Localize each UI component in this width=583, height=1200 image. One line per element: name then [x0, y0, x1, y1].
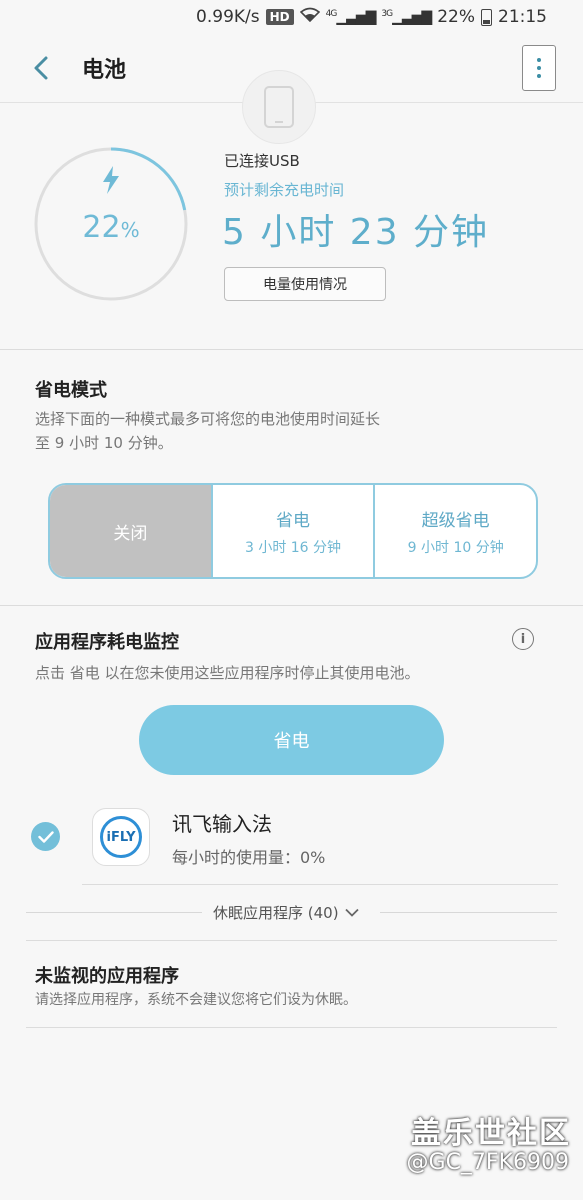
mode-option-label: 关闭 — [113, 523, 148, 544]
app-icon: iFLY — [92, 808, 150, 866]
phone-icon — [242, 70, 316, 144]
connection-status: 已连接USB — [224, 152, 300, 170]
wifi-icon — [299, 7, 320, 27]
power-mode-description: 选择下面的一种模式最多可将您的电池使用时间延长 至 9 小时 10 分钟。 — [35, 410, 381, 452]
mode-option-time: 3 小时 16 分钟 — [244, 539, 342, 556]
page-title: 电池 — [82, 58, 127, 83]
divider — [0, 349, 583, 350]
power-mode-selector: 关闭 省电 3 小时 16 分钟 超级省电 9 小时 10 分钟 — [48, 483, 538, 579]
chevron-down-icon — [344, 908, 359, 917]
info-icon[interactable]: i — [512, 628, 534, 650]
network-speed: 0.99K/s — [196, 7, 260, 27]
back-button[interactable] — [22, 50, 58, 86]
sleeping-apps-label: 休眠应用程序 (40) — [213, 902, 359, 923]
battery-usage-button[interactable]: 电量使用情况 — [224, 267, 386, 301]
mode-option-ultra-power-saving[interactable]: 超级省电 9 小时 10 分钟 — [375, 485, 536, 577]
power-mode-title: 省电模式 — [35, 380, 107, 401]
battery-gauge: 22% — [33, 146, 189, 302]
mode-option-label: 省电 — [276, 510, 310, 531]
divider — [26, 1027, 557, 1028]
charge-estimate-label: 预计剩余充电时间 — [224, 181, 345, 199]
mode-option-time: 9 小时 10 分钟 — [407, 539, 504, 556]
divider — [82, 884, 558, 885]
app-monitor-title: 应用程序耗电监控 — [35, 632, 179, 653]
signal-4g-icon: 4G▁▃▅▇ — [325, 8, 377, 26]
more-options-button[interactable] — [522, 45, 556, 91]
hd-badge: HD — [265, 9, 294, 25]
more-dot-icon — [537, 66, 541, 70]
app-name: 讯飞输入法 — [172, 812, 272, 836]
battery-icon — [481, 8, 492, 26]
watermark-brand: 盖乐世社区 — [411, 1116, 571, 1151]
divider — [26, 940, 557, 941]
more-dot-icon — [537, 74, 541, 78]
divider — [380, 912, 557, 913]
watermark-user: @GC_7FK6909 — [406, 1150, 569, 1175]
battery-percent-display: 22% — [82, 210, 140, 245]
charge-estimate-time: 5 小时 23 分钟 — [222, 212, 490, 253]
app-monitor-description: 点击 省电 以在您未使用这些应用程序时停止其使用电池。 — [35, 664, 420, 682]
divider — [26, 912, 202, 913]
clock: 21:15 — [498, 7, 547, 27]
mode-option-off[interactable]: 关闭 — [50, 485, 213, 577]
more-dot-icon — [537, 58, 541, 62]
app-checkbox[interactable] — [31, 822, 60, 851]
divider — [0, 605, 583, 606]
save-power-button[interactable]: 省电 — [139, 705, 444, 775]
mode-option-power-saving[interactable]: 省电 3 小时 16 分钟 — [213, 485, 376, 577]
unmonitored-apps-description: 请选择应用程序，系统不会建议您将它们设为休眠。 — [35, 992, 357, 1008]
back-arrow-icon — [34, 56, 48, 80]
ifly-logo-icon: iFLY — [100, 816, 142, 858]
charging-bolt-icon — [103, 166, 119, 194]
status-bar: 0.99K/s HD 4G▁▃▅▇ 3G▁▃▅▇ 22% 21:15 — [0, 0, 583, 36]
sleeping-apps-toggle[interactable]: 休眠应用程序 (40) — [0, 900, 583, 926]
app-usage: 每小时的使用量：0% — [172, 848, 326, 867]
battery-percent: 22% — [437, 7, 475, 27]
mode-option-label: 超级省电 — [421, 510, 490, 531]
unmonitored-apps-title[interactable]: 未监视的应用程序 — [35, 962, 179, 988]
checkmark-icon — [37, 830, 54, 843]
signal-3g-icon: 3G▁▃▅▇ — [381, 8, 432, 26]
